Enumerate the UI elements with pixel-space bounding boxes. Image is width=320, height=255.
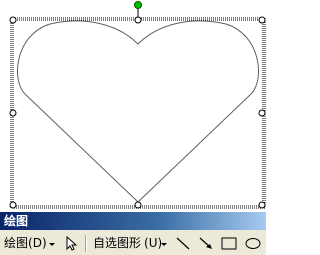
heart-shape[interactable] (16, 20, 260, 203)
autoshapes-dropdown-icon[interactable] (159, 235, 169, 252)
autoshapes-label: 自选图形 (93, 236, 142, 250)
toolbar-title[interactable]: 绘图 (0, 212, 266, 230)
handle-top-center (134, 16, 142, 24)
draw-menu-accel: (D) (28, 236, 47, 250)
handle-middle-left (9, 109, 17, 117)
autoshapes-menu-button[interactable]: 自选图形 (U) (93, 235, 162, 252)
toolbar-row: 绘图(D) 自选图形 (U) (0, 232, 266, 255)
draw-menu-dropdown-icon[interactable] (47, 235, 57, 252)
rotate-handle-icon[interactable] (134, 1, 142, 9)
draw-menu-label: 绘图 (4, 236, 29, 250)
handle-bottom-left (9, 201, 17, 209)
arrow-pointer-icon[interactable] (62, 235, 80, 252)
handle-top-left (9, 16, 17, 24)
toolbar-separator (85, 235, 87, 252)
arrow-icon[interactable] (197, 235, 215, 252)
draw-menu-button[interactable]: 绘图(D) (4, 235, 47, 252)
handle-top-right (258, 16, 266, 24)
handle-bottom-right (258, 201, 266, 209)
line-icon[interactable] (174, 235, 192, 252)
rectangle-icon[interactable] (220, 235, 238, 252)
oval-icon[interactable] (244, 235, 262, 252)
drawing-toolbar: 绘图 绘图(D) 自选图形 (U) (0, 212, 266, 255)
document-canvas (0, 0, 266, 212)
handle-middle-right (258, 109, 266, 117)
handle-bottom-center (134, 201, 142, 209)
drawing-canvas-svg (9, 1, 266, 209)
